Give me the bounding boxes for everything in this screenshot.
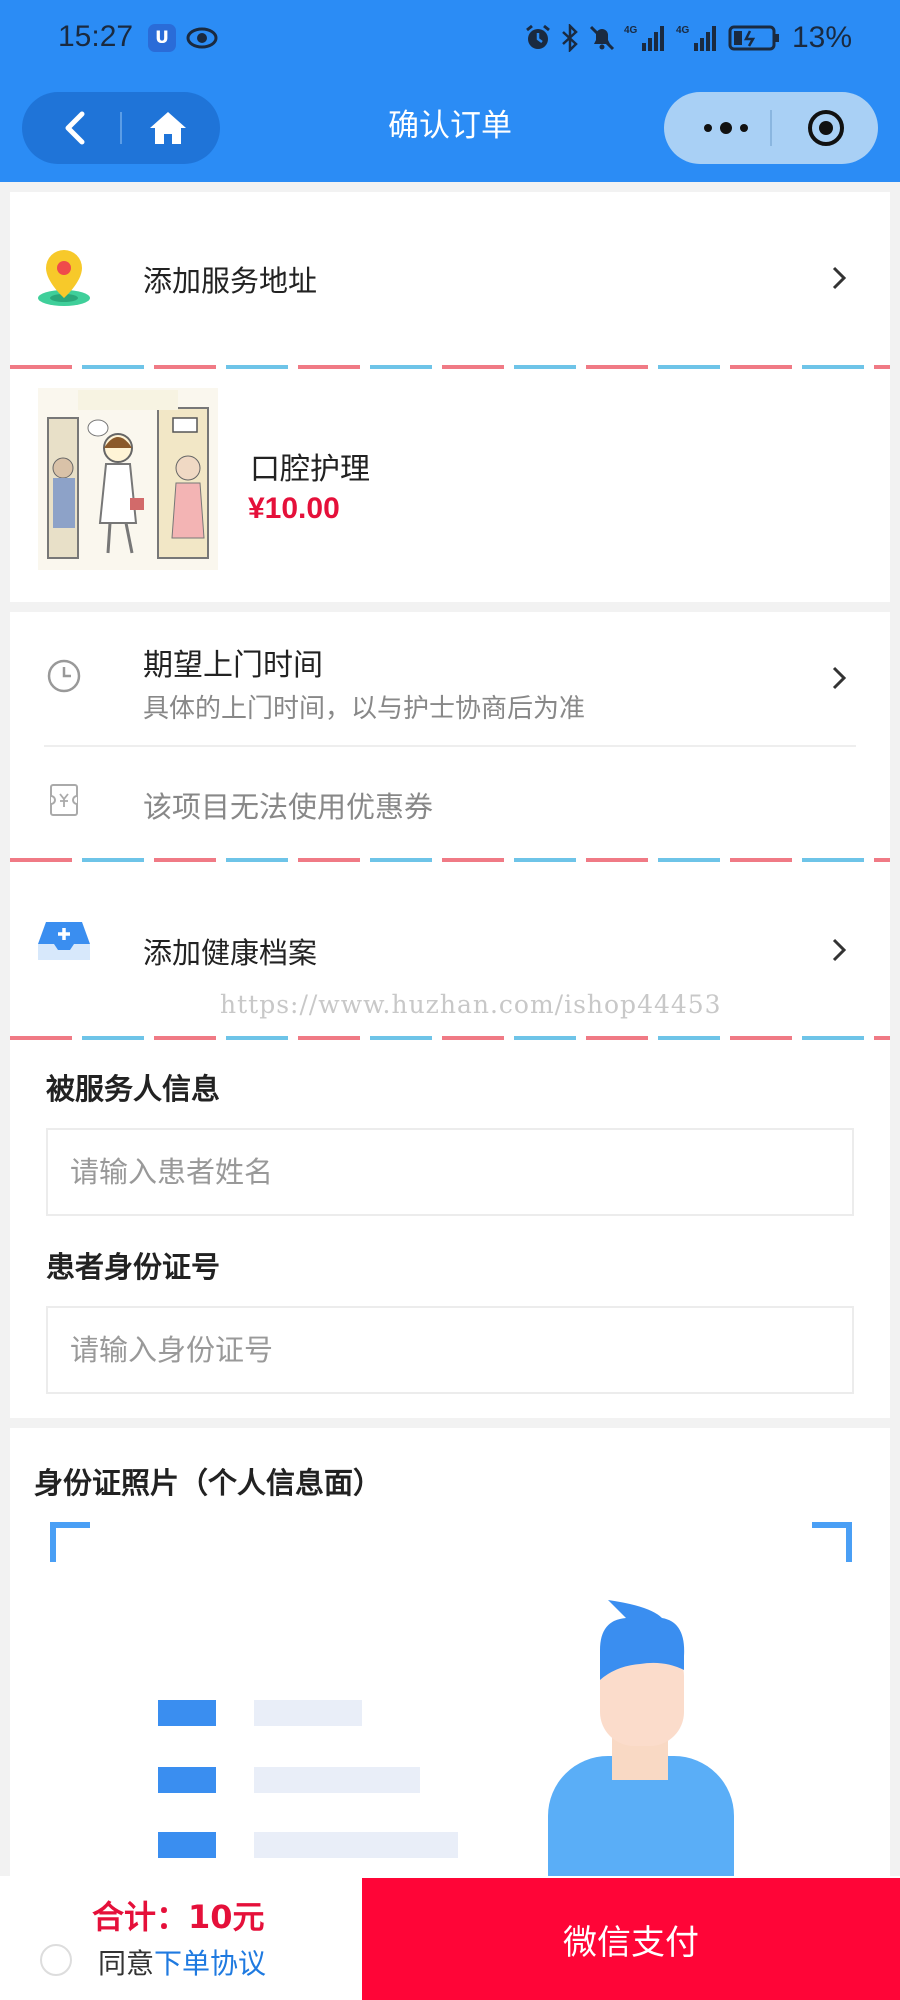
patient-id-label: 患者身份证号: [46, 1250, 221, 1284]
battery-icon: [728, 24, 780, 52]
watermark-text: https://www.huzhan.com/ishop44453: [220, 990, 722, 1019]
signal-4g-icon-2: 4G: [676, 23, 720, 53]
coupon-unavailable-text: 该项目无法使用优惠券: [143, 790, 434, 824]
location-pin-icon: [36, 248, 94, 312]
agree-prefix: 同意: [98, 1947, 155, 1980]
status-time: 15:27: [58, 20, 134, 53]
row-divider: [44, 745, 856, 747]
chevron-right-icon: [830, 662, 850, 694]
health-record-row[interactable]: 添加健康档案: [10, 890, 890, 1000]
add-address-label: 添加服务地址: [143, 264, 318, 298]
mute-bell-icon: [588, 24, 616, 52]
signal-4g-icon-1: 4G: [624, 23, 668, 53]
id-photo-title: 身份证照片（个人信息面）: [34, 1466, 383, 1500]
visit-time-subtitle: 具体的上门时间，以与护士协商后为准: [143, 694, 586, 724]
product-illustration: [38, 388, 218, 570]
more-icon[interactable]: [696, 112, 756, 144]
patient-id-input[interactable]: [46, 1306, 854, 1394]
clock-icon: [46, 658, 82, 698]
order-agreement-link[interactable]: 下单协议: [154, 1947, 266, 1980]
app-notification-icon: U: [148, 24, 176, 52]
close-miniprogram-icon[interactable]: [806, 108, 846, 148]
eye-icon: [186, 26, 218, 54]
battery-percent: 13%: [791, 21, 852, 54]
capsule-divider: [770, 110, 772, 146]
inbox-plus-icon: [36, 920, 92, 968]
patient-name-input[interactable]: [46, 1128, 854, 1216]
wechat-pay-button[interactable]: 微信支付: [362, 1878, 900, 2000]
alarm-icon: [524, 24, 552, 52]
miniprogram-capsule: [664, 92, 878, 164]
agree-radio[interactable]: [40, 1944, 72, 1976]
frame-corner-top-right: [812, 1522, 852, 1562]
product-price: ¥10.00: [248, 492, 340, 525]
add-health-record-label: 添加健康档案: [143, 936, 318, 970]
patient-name-label: 被服务人信息: [46, 1072, 221, 1106]
app-header: 15:27 U 4G 4G 13% 确认订单: [0, 0, 900, 182]
bluetooth-icon: [560, 24, 580, 52]
frame-corner-top-left: [50, 1522, 90, 1562]
chevron-right-icon: [830, 262, 850, 294]
network-label-1: 4G: [624, 25, 638, 36]
id-card-upload-area[interactable]: [60, 1560, 840, 1876]
agreement-text: 同意下单协议: [98, 1942, 266, 1982]
visit-time-title: 期望上门时间: [143, 648, 323, 683]
order-total: 合计：10元: [92, 1898, 265, 1936]
product-name: 口腔护理: [250, 452, 370, 487]
id-card-placeholder-illustration: [158, 1600, 734, 1876]
dashed-divider: [10, 858, 890, 862]
status-bar: 15:27 U 4G 4G 13%: [0, 0, 900, 80]
dashed-divider: [10, 365, 890, 369]
network-label-2: 4G: [676, 25, 690, 36]
chevron-right-icon: [830, 934, 850, 966]
coupon-icon: [48, 782, 80, 822]
address-row[interactable]: 添加服务地址: [10, 212, 890, 342]
